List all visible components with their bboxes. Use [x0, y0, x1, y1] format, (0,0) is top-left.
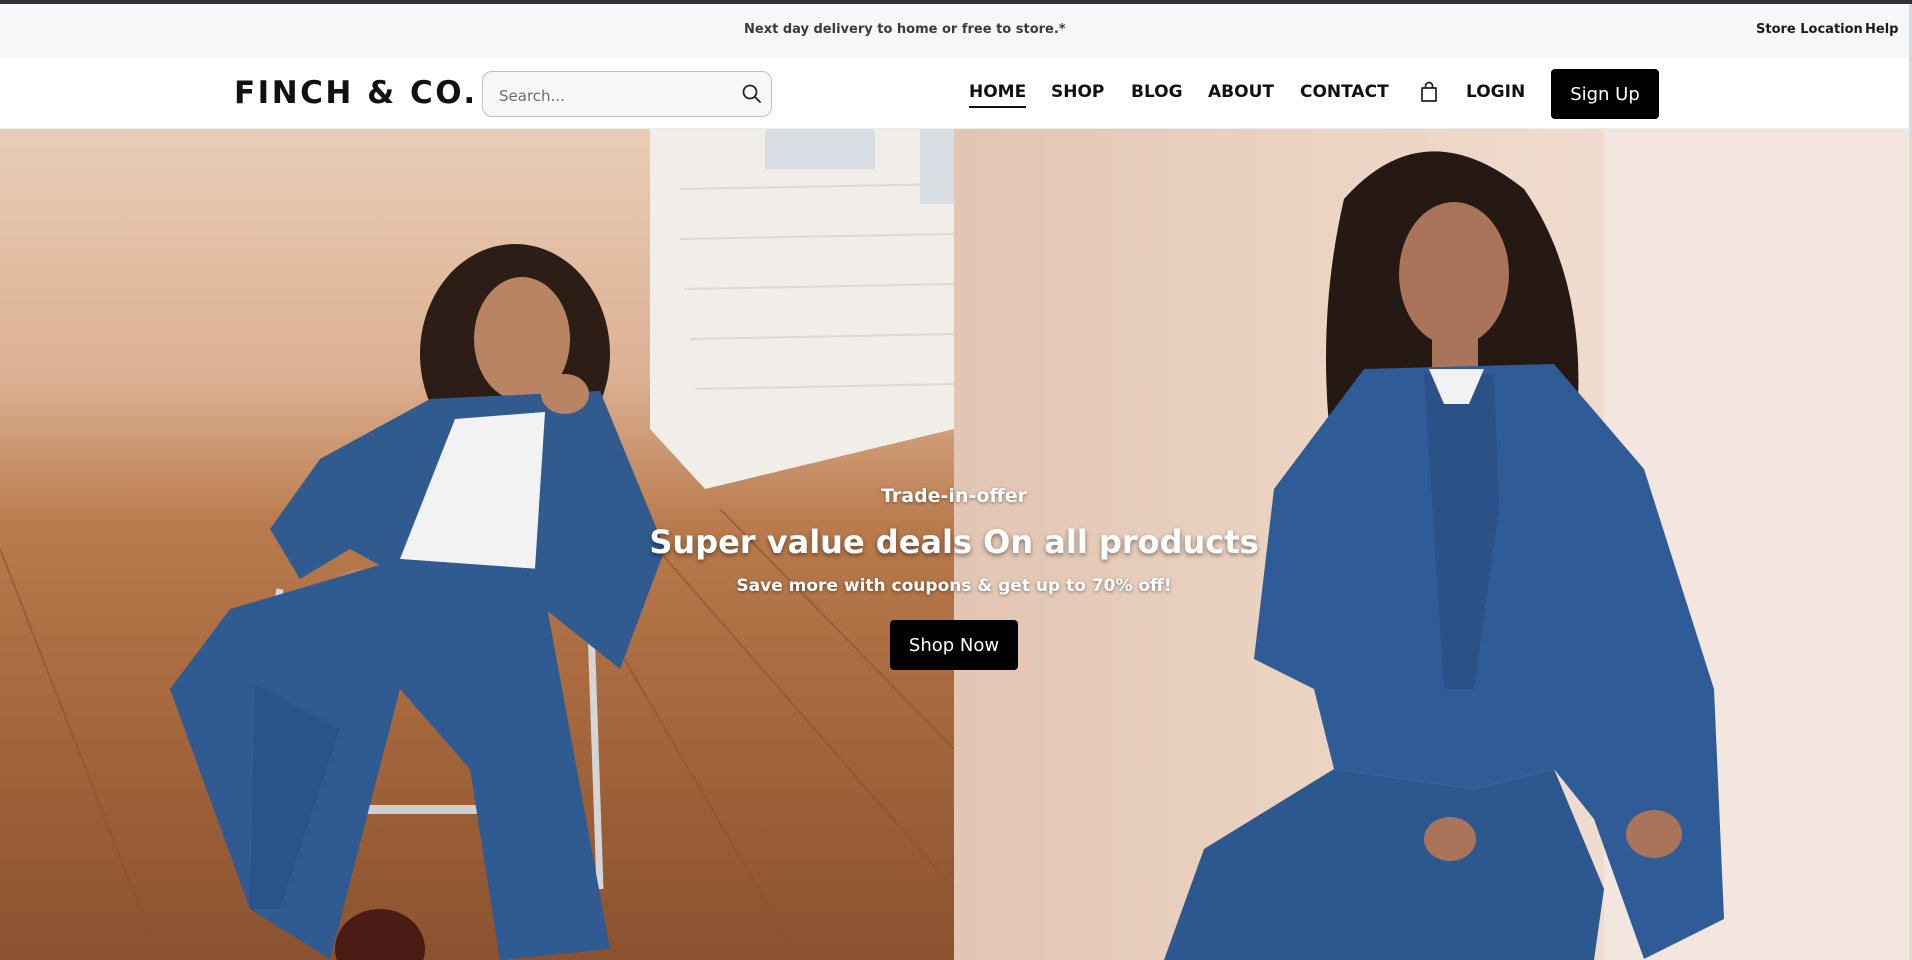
nav-about-link[interactable]: ABOUT	[1208, 82, 1274, 102]
delivery-promo-text: Next day delivery to home or free to sto…	[744, 22, 1066, 37]
help-link[interactable]: Help	[1865, 22, 1898, 37]
nav-blog-link[interactable]: BLOG	[1131, 82, 1183, 102]
hero-subline: Save more with coupons & get up to 70% o…	[736, 576, 1172, 596]
nav-home-link[interactable]: HOME	[969, 82, 1027, 108]
site-header: FINCH & CO. HOME SHOP BLOG ABOUT CONTACT…	[0, 58, 1909, 129]
search-icon[interactable]	[741, 83, 763, 105]
search-box	[482, 71, 772, 117]
hero-headline: Super value deals On all products	[649, 523, 1259, 561]
hero-banner: Trade-in-offer Super value deals On all …	[0, 129, 1909, 960]
brand-logo[interactable]: FINCH & CO.	[234, 75, 478, 111]
nav-contact-link[interactable]: CONTACT	[1300, 82, 1389, 102]
shop-now-button[interactable]: Shop Now	[890, 620, 1018, 670]
shopping-bag-icon[interactable]	[1418, 80, 1440, 104]
search-input[interactable]	[497, 83, 731, 109]
hero-kicker: Trade-in-offer	[880, 485, 1028, 507]
sign-up-button[interactable]: Sign Up	[1551, 69, 1659, 119]
nav-shop-link[interactable]: SHOP	[1051, 82, 1104, 102]
login-link[interactable]: LOGIN	[1466, 82, 1525, 102]
store-location-link[interactable]: Store Location	[1756, 22, 1863, 37]
announcement-bar: Next day delivery to home or free to sto…	[0, 4, 1909, 58]
